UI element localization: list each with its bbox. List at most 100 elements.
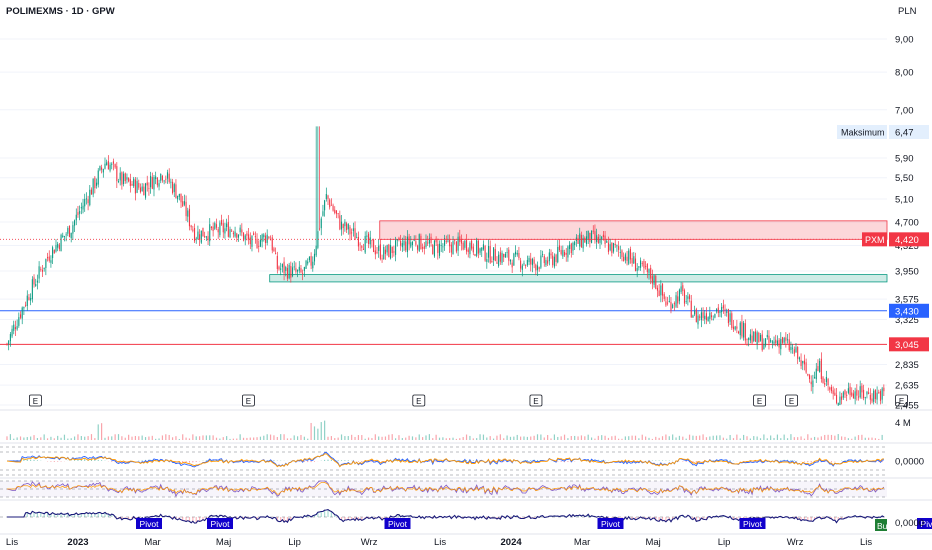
candle-body [170,181,172,183]
macd-histogram-bar [111,461,113,462]
volume-bar [16,437,18,440]
volume-bar [188,438,191,440]
candle-body [868,392,870,395]
candle-body [589,232,591,242]
volume-bar [827,434,829,440]
candle-body [592,230,594,232]
candle-body [837,402,839,406]
candle-body [849,386,851,396]
volume-bar [661,436,664,440]
volume-bar [80,436,82,440]
candle-body [158,183,160,187]
volume-bar [90,434,93,440]
candle-body [283,261,285,274]
candle-body [163,180,165,182]
volume-bar [293,435,295,440]
candle-body [655,275,657,289]
volume-bar [438,437,441,440]
candle-body [234,231,236,237]
candle-body [14,327,16,330]
candle-body [874,390,876,399]
volume-bar [631,435,633,440]
volume-bar [232,438,234,440]
candle-body [136,181,138,193]
candle-body [418,234,420,251]
candle-body [212,226,214,232]
macd-histogram-bar [790,460,792,461]
earnings-marker-label: E [789,397,794,406]
candle-body [123,173,125,184]
volume-bar [134,435,137,440]
candle-body [280,268,282,270]
candle-body [357,236,359,247]
candle-body [678,289,680,302]
candle-body [455,241,457,252]
candle-body [146,182,148,186]
candle-body [112,161,114,164]
candle-body [812,380,814,388]
volume-bar [590,437,593,440]
macd-group [6,452,885,468]
candle-body [359,243,361,245]
volume-bar [290,438,292,440]
candle-body [732,326,735,330]
y-tick-label: 4,700 [895,218,919,229]
macd-histogram-bar [344,460,346,461]
volume-bar [378,436,380,440]
candle-body [151,176,153,189]
candle-body [623,256,625,262]
macd-histogram-bar [793,460,795,461]
candle-body [75,214,77,221]
volume-bar [185,437,187,440]
candle-body [285,267,287,271]
candle-body [663,294,665,299]
volume-bar [334,438,336,440]
candle-body [26,295,28,306]
candle-body [584,238,586,243]
candle-body [325,193,327,200]
candle-body [712,318,714,320]
candle-body [332,205,334,211]
volume-bar [695,435,697,440]
earnings-marker-label: E [533,397,538,406]
candle-body [217,229,219,233]
candle-body [496,262,498,264]
candle-body [542,253,544,255]
candle-body [547,260,549,264]
candle-body [687,296,689,299]
volume-bar [702,434,704,440]
candle-body [729,313,731,322]
volume-bar [63,434,66,440]
volume-bar [678,435,681,440]
candle-body [452,241,454,255]
candle-body [634,258,637,272]
candle-body [641,262,643,264]
candle-body [288,264,290,279]
candle-body [160,173,162,181]
volume-bar [868,437,870,440]
volume-bar [192,434,194,440]
volume-bar [638,438,640,440]
volume-bar [881,434,883,440]
pivot-tick-label: 0,0000 [895,518,924,529]
candle-body [324,200,326,211]
earnings-marker-label: E [246,397,251,406]
candle-body [724,309,726,311]
volume-bar [175,436,177,440]
volume-bar [340,434,343,440]
candle-body [175,184,177,199]
volume-bar [117,434,120,440]
volume-bar [361,435,363,440]
candle-body [744,323,746,341]
volume-bar [205,435,207,440]
candle-body [633,256,635,264]
candle-body [504,253,506,258]
candle-body [857,396,860,398]
candle-body [13,324,15,331]
candle-body [525,265,527,266]
candle-body [440,245,442,246]
macd-histogram-bar [428,461,430,462]
pivot-histogram-bar [320,511,322,517]
volume-bar [878,438,880,440]
candle-body [305,260,307,269]
